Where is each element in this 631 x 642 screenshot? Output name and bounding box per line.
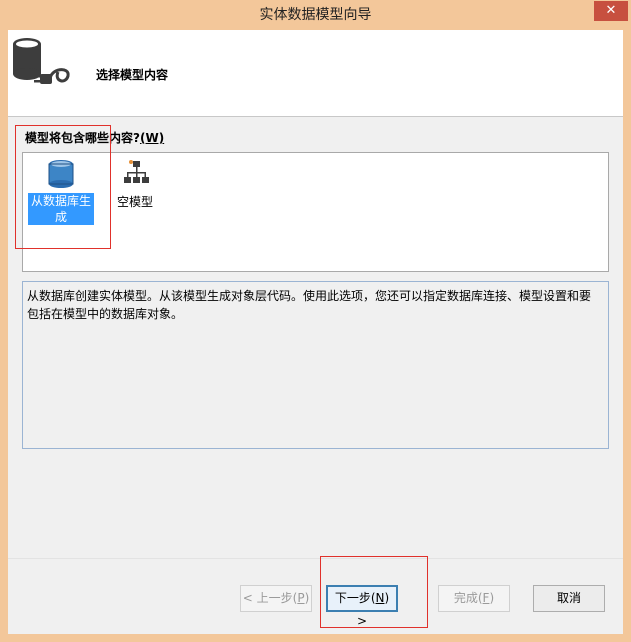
header-banner: 选择模型内容 <box>8 30 623 117</box>
finish-button-suffix: ) <box>489 591 495 605</box>
database-plug-icon <box>13 38 70 84</box>
title-bar[interactable]: 实体数据模型向导 ✕ <box>0 0 631 30</box>
previous-button[interactable]: < 上一步(P) <box>240 585 312 612</box>
finish-button[interactable]: 完成(F) <box>438 585 510 612</box>
model-description-text: 从数据库创建实体模型。从该模型生成对象层代码。使用此选项，您还可以指定数据库连接… <box>27 289 592 321</box>
button-divider <box>8 558 623 559</box>
previous-button-suffix: ) <box>304 591 310 605</box>
finish-button-label: 完成( <box>453 591 483 605</box>
model-item-label: 空模型 <box>116 195 153 209</box>
window-frame-right <box>623 30 631 642</box>
model-description-box: 从数据库创建实体模型。从该模型生成对象层代码。使用此选项，您还可以指定数据库连接… <box>22 281 609 449</box>
dialog-client-area: 选择模型内容 模型将包含哪些内容?(W) 从数据库生成 空模型 从数据库创建实体… <box>8 30 623 634</box>
window-frame-bottom <box>0 634 631 642</box>
question-text: 模型将包含哪些内容? <box>25 131 140 145</box>
close-button[interactable]: ✕ <box>594 1 628 21</box>
model-item-empty[interactable]: 空模型 <box>113 157 157 213</box>
next-button-label: 下一步( <box>334 591 376 605</box>
previous-button-accelerator: P <box>297 591 305 605</box>
page-title: 选择模型内容 <box>96 68 169 82</box>
database-icon <box>48 160 74 188</box>
window-title: 实体数据模型向导 <box>259 7 372 23</box>
model-item-label: 从数据库生成 <box>28 193 94 225</box>
model-question-label: 模型将包含哪些内容?(W) <box>25 129 164 146</box>
model-content-list[interactable]: 从数据库生成 空模型 <box>22 152 609 272</box>
next-button[interactable]: 下一步(N) > <box>326 585 398 628</box>
window-frame-left <box>0 30 8 642</box>
previous-button-label: < 上一步( <box>242 591 298 605</box>
cancel-button[interactable]: 取消 <box>533 585 605 612</box>
model-item-from-database[interactable]: 从数据库生成 <box>28 157 94 225</box>
question-accelerator: (W) <box>139 131 165 145</box>
empty-model-icon <box>124 160 149 183</box>
